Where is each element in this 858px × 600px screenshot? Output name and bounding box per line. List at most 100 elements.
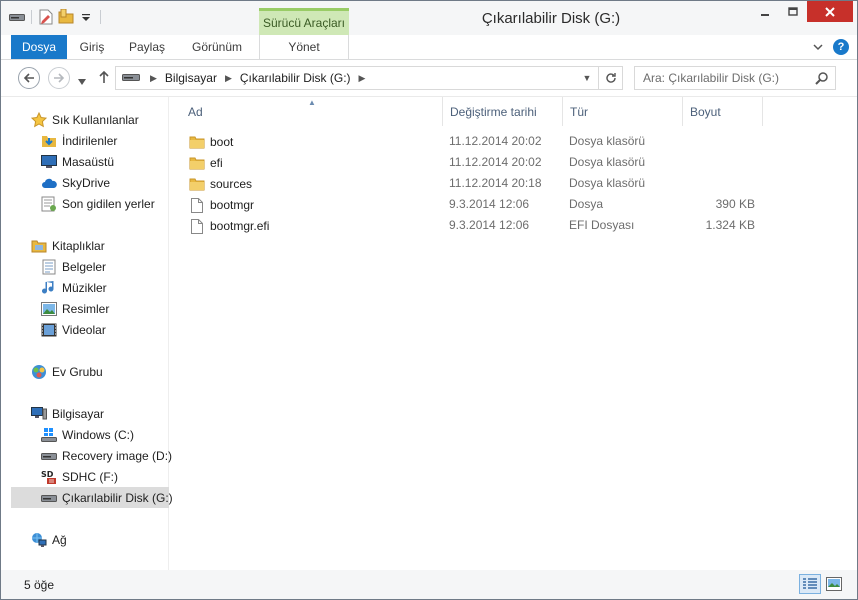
sidebar-item-desktop[interactable]: Masaüstü bbox=[11, 151, 169, 172]
breadcrumb-current-drive[interactable]: Çıkarılabilir Disk (G:) bbox=[236, 71, 355, 85]
file-type: Dosya klasörü bbox=[569, 155, 646, 169]
contextual-tab-group: Sürücü Araçları bbox=[259, 8, 349, 35]
properties-icon[interactable] bbox=[38, 9, 54, 25]
file-row-boot[interactable]: boot 11.12.2014 20:02 Dosya klasörü bbox=[187, 131, 767, 152]
file-row-sources[interactable]: sources 11.12.2014 20:18 Dosya klasörü bbox=[187, 173, 767, 194]
pictures-icon bbox=[41, 301, 57, 317]
refresh-button[interactable] bbox=[598, 67, 622, 89]
forward-arrow-icon bbox=[54, 73, 65, 83]
drive-icon bbox=[41, 448, 57, 464]
sidebar-item-network[interactable]: Ağ bbox=[11, 529, 169, 550]
tab-share[interactable]: Paylaş bbox=[121, 35, 173, 59]
sidebar-item-drive-g[interactable]: Çıkarılabilir Disk (G:) bbox=[11, 487, 173, 508]
file-name-cell: bootmgr.efi bbox=[189, 218, 269, 234]
file-type: EFI Dosyası bbox=[569, 218, 635, 232]
file-date: 11.12.2014 20:02 bbox=[449, 155, 542, 169]
window-controls bbox=[751, 1, 853, 22]
file-list: ▲ Ad Değiştirme tarihi Tür Boyut boot 11… bbox=[171, 97, 857, 571]
sidebar-item-videos[interactable]: Videolar bbox=[11, 319, 169, 340]
sidebar-item-skydrive[interactable]: SkyDrive bbox=[11, 172, 169, 193]
file-name: bootmgr bbox=[210, 198, 255, 212]
minimize-button[interactable] bbox=[751, 1, 779, 22]
ribbon-controls: ? bbox=[813, 39, 849, 55]
drive-icon bbox=[9, 9, 25, 25]
tab-home[interactable]: Giriş bbox=[71, 35, 113, 59]
tab-file[interactable]: Dosya bbox=[11, 35, 67, 59]
downloads-icon bbox=[41, 133, 57, 149]
column-header-size[interactable]: Boyut bbox=[683, 97, 763, 126]
desktop-icon bbox=[41, 154, 57, 170]
documents-icon bbox=[41, 259, 57, 275]
content-area: Sık Kullanılanlar İndirilenler Masaüstü … bbox=[1, 96, 857, 571]
windows-drive-icon bbox=[41, 427, 57, 443]
file-type: Dosya bbox=[569, 197, 604, 211]
search-box[interactable]: Ara: Çıkarılabilir Disk (G:) bbox=[634, 66, 836, 90]
expand-ribbon-icon[interactable] bbox=[813, 40, 823, 54]
sidebar-item-label: Bilgisayar bbox=[52, 406, 105, 421]
forward-button[interactable] bbox=[48, 67, 70, 89]
item-count: 5 öğe bbox=[24, 578, 55, 592]
folder-icon bbox=[189, 176, 205, 192]
maximize-button[interactable] bbox=[779, 1, 807, 22]
tab-manage[interactable]: Yönet bbox=[259, 35, 349, 59]
sidebar-item-drive-f[interactable]: SD SDHC (F:) bbox=[11, 466, 169, 487]
file-name-cell: bootmgr bbox=[189, 197, 254, 213]
file-row-bootmgr[interactable]: bootmgr 9.3.2014 12:06 Dosya 390 KB bbox=[187, 194, 767, 215]
breadcrumb-separator-icon[interactable]: ▶ bbox=[355, 73, 370, 84]
sidebar-item-label: Kitaplıklar bbox=[52, 238, 105, 253]
file-row-bootmgr-efi[interactable]: bootmgr.efi 9.3.2014 12:06 EFI Dosyası 1… bbox=[187, 215, 767, 236]
sidebar-item-libraries[interactable]: Kitaplıklar bbox=[11, 235, 169, 256]
sidebar-item-label: Ağ bbox=[52, 532, 67, 547]
file-name-cell: sources bbox=[189, 176, 252, 192]
sidebar-item-documents[interactable]: Belgeler bbox=[11, 256, 169, 277]
sidebar-item-drive-c[interactable]: Windows (C:) bbox=[11, 424, 169, 445]
folder-icon bbox=[189, 134, 205, 150]
sidebar-item-pictures[interactable]: Resimler bbox=[11, 298, 169, 319]
sidebar-item-label: SkyDrive bbox=[62, 175, 111, 190]
customize-qat-icon[interactable] bbox=[78, 9, 94, 25]
star-icon bbox=[31, 111, 47, 128]
sidebar-item-homegroup[interactable]: Ev Grubu bbox=[11, 361, 169, 382]
address-bar[interactable]: ▶ Bilgisayar ▶ Çıkarılabilir Disk (G:) ▶… bbox=[115, 66, 623, 90]
up-button[interactable] bbox=[98, 70, 110, 87]
sidebar-item-favorites[interactable]: Sık Kullanılanlar bbox=[11, 109, 169, 130]
sidebar-item-label: İndirilenler bbox=[62, 133, 118, 148]
sidebar-item-computer[interactable]: Bilgisayar bbox=[11, 403, 169, 424]
cloud-icon bbox=[41, 175, 57, 191]
details-view-button[interactable] bbox=[799, 574, 821, 594]
sidebar-item-label: Müzikler bbox=[62, 280, 107, 295]
column-header-type[interactable]: Tür bbox=[563, 97, 683, 126]
sidebar-item-label: Windows (C:) bbox=[62, 427, 135, 442]
computer-icon bbox=[31, 406, 47, 422]
search-icon[interactable] bbox=[815, 71, 829, 88]
sidebar-item-music[interactable]: Müzikler bbox=[11, 277, 169, 298]
quick-access-toolbar bbox=[9, 9, 103, 25]
videos-icon bbox=[41, 322, 57, 338]
homegroup-icon bbox=[31, 364, 47, 380]
refresh-icon bbox=[605, 73, 616, 83]
libraries-icon bbox=[31, 238, 47, 254]
file-size: 1.324 KB bbox=[705, 218, 755, 232]
breadcrumb-computer[interactable]: Bilgisayar bbox=[161, 71, 221, 85]
sd-card-icon: SD bbox=[41, 469, 57, 485]
large-icons-view-icon bbox=[826, 577, 842, 591]
details-view-icon bbox=[803, 578, 817, 589]
sidebar-item-recent-places[interactable]: Son gidilen yerler bbox=[11, 193, 169, 214]
back-button[interactable] bbox=[18, 67, 40, 89]
column-header-name[interactable]: Ad bbox=[181, 97, 443, 126]
breadcrumb-separator-icon[interactable]: ▶ bbox=[146, 73, 161, 84]
sidebar-item-downloads[interactable]: İndirilenler bbox=[11, 130, 169, 151]
close-button[interactable] bbox=[807, 1, 853, 22]
column-header-date[interactable]: Değiştirme tarihi bbox=[443, 97, 563, 126]
new-folder-icon[interactable] bbox=[58, 9, 74, 25]
file-row-efi[interactable]: efi 11.12.2014 20:02 Dosya klasörü bbox=[187, 152, 767, 173]
recent-locations-button[interactable] bbox=[78, 74, 86, 88]
tab-view[interactable]: Görünüm bbox=[183, 35, 251, 59]
file-name-cell: boot bbox=[189, 134, 233, 150]
sidebar-item-drive-d[interactable]: Recovery image (D:) bbox=[11, 445, 172, 466]
help-icon[interactable]: ? bbox=[833, 39, 849, 55]
file-name: efi bbox=[210, 156, 223, 170]
breadcrumb-separator-icon[interactable]: ▶ bbox=[221, 73, 236, 84]
address-dropdown-button[interactable]: ▼ bbox=[578, 67, 596, 89]
large-icons-view-button[interactable] bbox=[823, 574, 845, 594]
